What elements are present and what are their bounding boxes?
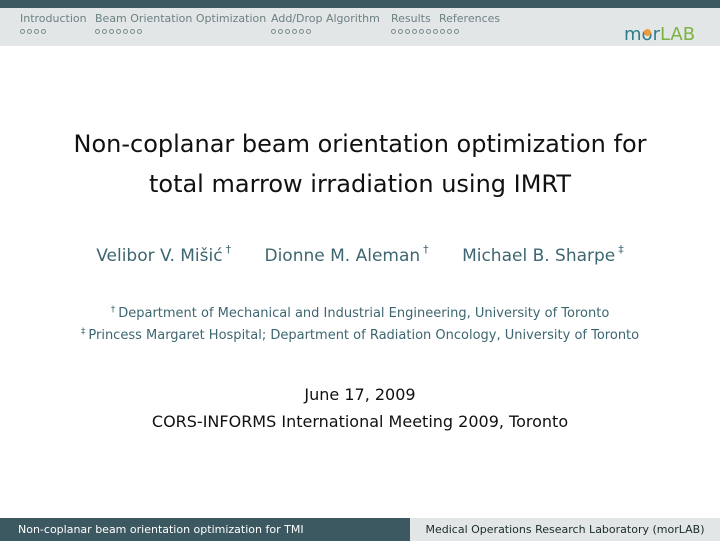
slide-title: Non-coplanar beam orientation optimizati… xyxy=(40,124,680,204)
nav-progress-dot[interactable] xyxy=(41,29,46,34)
slide-title-line-2: total marrow irradiation using IMRT xyxy=(148,170,572,198)
nav-progress-dot[interactable] xyxy=(102,29,107,34)
nav-progress-dot[interactable] xyxy=(34,29,39,34)
nav-progress-dot[interactable] xyxy=(27,29,32,34)
nav-dots-results xyxy=(391,28,459,36)
nav-progress-dot[interactable] xyxy=(412,29,417,34)
nav-progress-dot[interactable] xyxy=(292,29,297,34)
nav-section-results[interactable]: Results xyxy=(391,12,431,25)
nav-progress-dot[interactable] xyxy=(426,29,431,34)
meeting-name: CORS-INFORMS International Meeting 2009,… xyxy=(151,412,569,431)
nav-dots-introduction xyxy=(20,28,46,36)
nav-section-references[interactable]: References xyxy=(439,12,500,25)
footer-short-title: Non-coplanar beam orientation optimizati… xyxy=(0,518,410,541)
footer-lab-name: Medical Operations Research Laboratory (… xyxy=(410,518,720,541)
nav-progress-dot[interactable] xyxy=(299,29,304,34)
nav-progress-dot[interactable] xyxy=(109,29,114,34)
author-2: Dionne M. Aleman † xyxy=(264,243,429,266)
nav-progress-dot[interactable] xyxy=(433,29,438,34)
author-list: Velibor V. Mišić † Dionne M. Aleman † Mich… xyxy=(0,243,720,266)
nav-progress-dot[interactable] xyxy=(306,29,311,34)
nav-progress-dot[interactable] xyxy=(123,29,128,34)
section-navigation: Introduction Beam Orientation Optimizati… xyxy=(0,8,720,46)
nav-section-introduction[interactable]: Introduction xyxy=(20,12,87,25)
logo-dot-icon xyxy=(643,28,651,36)
affiliation-1: † Department of Mechanical and Industrial… xyxy=(110,305,610,321)
nav-progress-dot[interactable] xyxy=(285,29,290,34)
nav-section-beam-orientation[interactable]: Beam Orientation Optimization xyxy=(95,12,266,25)
presentation-date: June 17, 2009 xyxy=(304,385,416,404)
nav-progress-dot[interactable] xyxy=(95,29,100,34)
nav-progress-dot[interactable] xyxy=(271,29,276,34)
nav-progress-dot[interactable] xyxy=(447,29,452,34)
affiliation-2: ‡ Princess Margaret Hospital; Department … xyxy=(80,327,640,343)
author-1: Velibor V. Mišić † xyxy=(96,243,232,266)
nav-dots-beam-orientation xyxy=(95,28,142,36)
nav-progress-dot[interactable] xyxy=(116,29,121,34)
affiliations: † Department of Mechanical and Industrial… xyxy=(60,301,660,345)
nav-progress-dot[interactable] xyxy=(398,29,403,34)
nav-progress-dot[interactable] xyxy=(405,29,410,34)
top-accent-bar xyxy=(0,0,720,8)
slide-title-line-1: Non-coplanar beam orientation optimizati… xyxy=(73,130,647,158)
morlab-logo: morLAB xyxy=(624,23,696,45)
nav-progress-dot[interactable] xyxy=(391,29,396,34)
nav-progress-dot[interactable] xyxy=(278,29,283,34)
nav-progress-dot[interactable] xyxy=(419,29,424,34)
nav-progress-dot[interactable] xyxy=(137,29,142,34)
nav-progress-dot[interactable] xyxy=(440,29,445,34)
nav-progress-dot[interactable] xyxy=(130,29,135,34)
nav-section-add-drop[interactable]: Add/Drop Algorithm xyxy=(271,12,380,25)
nav-dots-add-drop xyxy=(271,28,311,36)
nav-progress-dot[interactable] xyxy=(454,29,459,34)
author-3: Michael B. Sharpe ‡ xyxy=(462,243,624,266)
nav-progress-dot[interactable] xyxy=(20,29,25,34)
